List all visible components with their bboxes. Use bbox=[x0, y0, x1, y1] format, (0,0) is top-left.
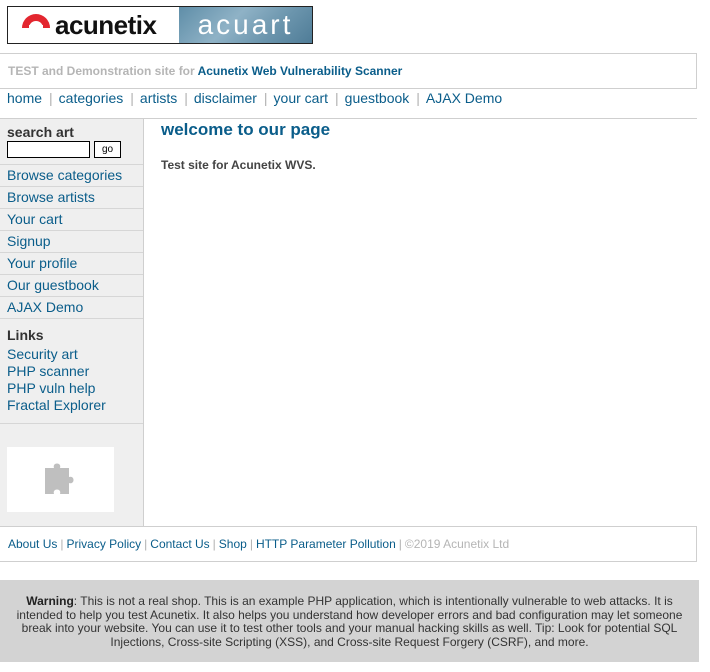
copyright: ©2019 Acunetix Ltd bbox=[404, 537, 510, 551]
nav-artists[interactable]: artists bbox=[140, 90, 177, 106]
sidebar-item-your-profile: Your profile bbox=[0, 253, 143, 275]
warning-label: Warning bbox=[26, 594, 74, 608]
search-input[interactable] bbox=[7, 141, 90, 158]
nav-guestbook[interactable]: guestbook bbox=[345, 90, 410, 106]
nav-separator: | bbox=[49, 90, 53, 106]
sidebar-link-browse-categories[interactable]: Browse categories bbox=[7, 167, 122, 183]
tagline-prefix: TEST and Demonstration site for bbox=[8, 64, 195, 78]
link-security-art[interactable]: Security art bbox=[7, 346, 78, 362]
puzzle-piece-icon bbox=[44, 463, 73, 494]
sponsor-placeholder bbox=[7, 447, 114, 512]
search-go-button[interactable]: go bbox=[94, 141, 121, 158]
acunetix-logo-icon bbox=[20, 14, 52, 38]
warning-banner: Warning: This is not a real shop. This i… bbox=[0, 580, 699, 662]
nav-separator: | bbox=[184, 90, 188, 106]
sidebar-item-browse-categories: Browse categories bbox=[0, 165, 143, 187]
footer-separator: | bbox=[60, 537, 64, 551]
nav-categories[interactable]: categories bbox=[59, 90, 124, 106]
footer-separator: | bbox=[144, 537, 148, 551]
link-php-scanner[interactable]: PHP scanner bbox=[7, 363, 89, 379]
sidebar-item-signup: Signup bbox=[0, 231, 143, 253]
sidebar-link-our-guestbook[interactable]: Our guestbook bbox=[7, 277, 99, 293]
tagline-product-link[interactable]: Acunetix Web Vulnerability Scanner bbox=[198, 64, 403, 78]
sidebar-item-browse-artists: Browse artists bbox=[0, 187, 143, 209]
nav-home[interactable]: home bbox=[7, 90, 42, 106]
link-fractal-explorer[interactable]: Fractal Explorer bbox=[7, 397, 106, 413]
sidebar-menu: Browse categories Browse artists Your ca… bbox=[0, 164, 143, 319]
nav-separator: | bbox=[416, 90, 420, 106]
sidebar-link-your-cart[interactable]: Your cart bbox=[7, 211, 63, 227]
sidebar-item-our-guestbook: Our guestbook bbox=[0, 275, 143, 297]
tagline: TEST and Demonstration site for Acunetix… bbox=[0, 53, 697, 89]
nav-ajax-demo[interactable]: AJAX Demo bbox=[426, 90, 502, 106]
brand-left-text: acunetix bbox=[55, 9, 157, 40]
links-item: PHP scanner bbox=[7, 363, 106, 380]
links-title: Links bbox=[7, 327, 44, 343]
top-navigation: home | categories | artists | disclaimer | your … bbox=[7, 90, 502, 106]
nav-disclaimer[interactable]: disclaimer bbox=[194, 90, 257, 106]
sidebar-item-ajax-demo: AJAX Demo bbox=[0, 297, 143, 319]
footer-link-contact-us[interactable]: Contact Us bbox=[150, 537, 209, 551]
nav-your-cart[interactable]: your cart bbox=[274, 90, 328, 106]
links-item: Fractal Explorer bbox=[7, 397, 106, 414]
footer-link-about-us[interactable]: About Us bbox=[8, 537, 57, 551]
footer-link-shop[interactable]: Shop bbox=[219, 537, 247, 551]
sidebar-link-browse-artists[interactable]: Browse artists bbox=[7, 189, 95, 205]
links-item: PHP vuln help bbox=[7, 380, 106, 397]
nav-separator: | bbox=[263, 90, 268, 106]
sidebar: search art go Browse categories Browse a… bbox=[0, 119, 144, 527]
nav-separator: | bbox=[130, 90, 134, 106]
links-list: Security art PHP scanner PHP vuln help F… bbox=[7, 346, 106, 414]
site-logo[interactable]: acunetix acuart bbox=[7, 6, 313, 44]
footer-separator: | bbox=[249, 537, 253, 551]
footer-link-http-parameter-pollution[interactable]: HTTP Parameter Pollution bbox=[256, 537, 396, 551]
warning-text: : This is not a real shop. This is an ex… bbox=[16, 594, 683, 649]
intro-text: Test site for Acunetix WVS. bbox=[161, 158, 316, 172]
sidebar-link-ajax-demo[interactable]: AJAX Demo bbox=[7, 299, 83, 315]
links-item: Security art bbox=[7, 346, 106, 363]
page-title: welcome to our page bbox=[161, 120, 331, 139]
brand-right-text: acuart bbox=[197, 9, 294, 40]
link-php-vuln-help[interactable]: PHP vuln help bbox=[7, 380, 95, 396]
search-title: search art bbox=[7, 124, 74, 140]
acuart-brand: acuart bbox=[179, 7, 312, 43]
acunetix-brand: acunetix bbox=[8, 7, 179, 43]
nav-separator: | bbox=[335, 90, 339, 106]
footer: About Us | Privacy Policy | Contact Us | Shop |… bbox=[0, 526, 697, 562]
sidebar-link-your-profile[interactable]: Your profile bbox=[7, 255, 77, 271]
sidebar-link-signup[interactable]: Signup bbox=[7, 233, 51, 249]
footer-link-privacy-policy[interactable]: Privacy Policy bbox=[66, 537, 141, 551]
footer-separator: | bbox=[398, 537, 402, 551]
links-divider bbox=[0, 423, 143, 424]
footer-separator: | bbox=[212, 537, 216, 551]
sidebar-item-your-cart: Your cart bbox=[0, 209, 143, 231]
